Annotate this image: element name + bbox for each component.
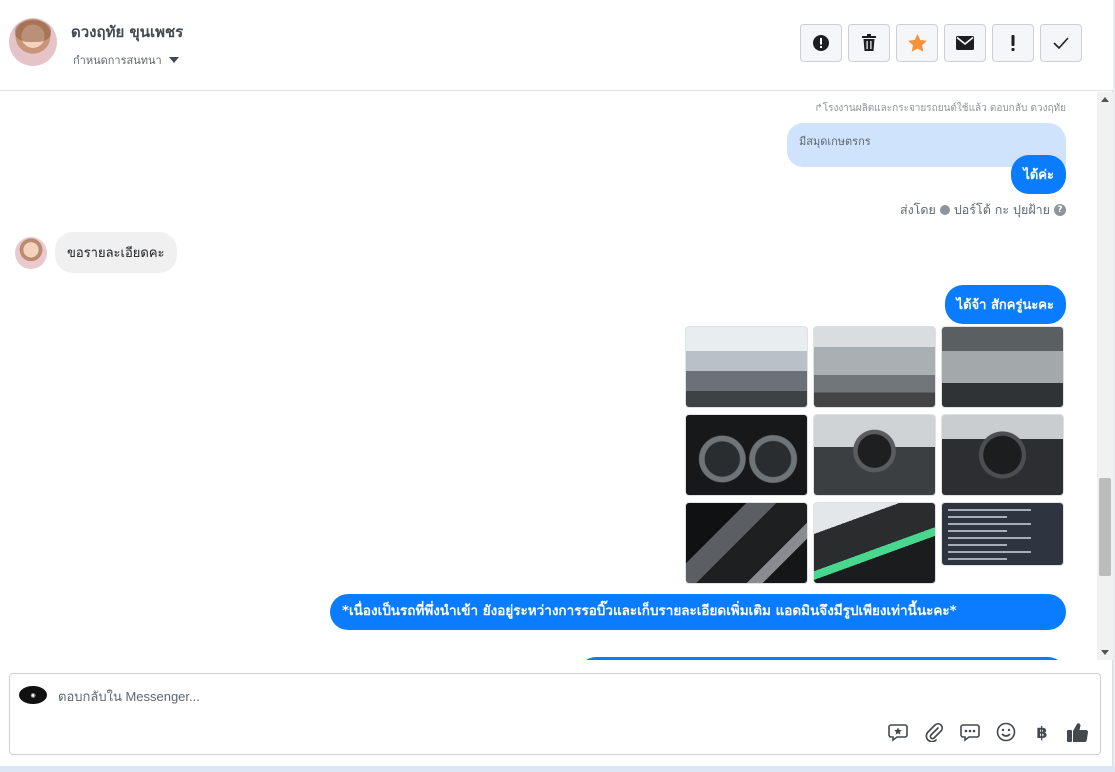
- attach-button[interactable]: [922, 720, 946, 744]
- baht-icon: ฿: [1036, 722, 1048, 742]
- chat-dots-icon: [960, 724, 980, 742]
- car-photo-gauges[interactable]: [685, 414, 808, 496]
- alert-circle-icon: [813, 35, 829, 51]
- contact-avatar[interactable]: [9, 18, 57, 66]
- follow-up-button[interactable]: [992, 24, 1034, 62]
- car-photo-console[interactable]: [813, 502, 936, 584]
- sent-by-label: ส่งโดย: [899, 202, 936, 217]
- outgoing-message-bubble-partial[interactable]: [578, 657, 1066, 660]
- conversation-header: ดวงฤทัย ขุนเพชร กำหนดการสนทนา: [0, 0, 1113, 91]
- sender-avatar: [15, 237, 47, 269]
- check-icon: [1053, 37, 1069, 49]
- outgoing-message-bubble[interactable]: ได้จ้า สักครู่นะคะ: [944, 285, 1066, 324]
- emoji-button[interactable]: [994, 720, 1018, 744]
- star-chat-icon: [888, 724, 908, 742]
- quick-replies-button[interactable]: [958, 720, 982, 744]
- scrollbar-thumb[interactable]: [1099, 478, 1111, 576]
- spam-button[interactable]: [800, 24, 842, 62]
- caret-down-icon: [168, 57, 179, 63]
- help-icon[interactable]: ?: [1054, 204, 1066, 216]
- reply-context: ↱โรงงานผลิตและกระจายรถยนต์ใช้แล้ว ตอบกลั…: [814, 103, 1066, 114]
- verified-dot-icon: [939, 205, 950, 215]
- envelope-icon: [956, 36, 974, 50]
- star-icon: [907, 34, 927, 52]
- paperclip-icon: [925, 722, 944, 742]
- outgoing-message-bubble[interactable]: ได้ค่ะ: [1011, 155, 1066, 194]
- composer-tools: ฿: [886, 720, 1090, 744]
- trash-icon: [862, 34, 876, 51]
- sent-by-name: ปอร์โต้ กะ ปุยฝ้าย: [953, 202, 1050, 217]
- message-thread[interactable]: ↱โรงงานผลิตและกระจายรถยนต์ใช้แล้ว ตอบกลั…: [0, 92, 1097, 660]
- thumbs-up-icon: [1067, 723, 1089, 742]
- mark-unread-button[interactable]: [944, 24, 986, 62]
- car-photo-steering[interactable]: [813, 414, 936, 496]
- delete-button[interactable]: [848, 24, 890, 62]
- window-bottom-edge: [0, 766, 1115, 772]
- inbox-conversation-panel: ดวงฤทัย ขุนเพชร กำหนดการสนทนา ↱โรงงานผลิ…: [0, 0, 1113, 766]
- saved-reply-button[interactable]: [886, 720, 910, 744]
- star-button[interactable]: [896, 24, 938, 62]
- car-photo-interior-vent[interactable]: [685, 502, 808, 584]
- scroll-down-arrow-icon[interactable]: [1101, 650, 1109, 655]
- message-composer: ◉ ฿: [9, 673, 1101, 755]
- assign-label: กำหนดการสนทนา: [73, 54, 162, 67]
- smiley-icon: [996, 722, 1016, 742]
- conversation-toolbar: [800, 24, 1082, 62]
- sent-by-indicator: ส่งโดย ปอร์โต้ กะ ปุยฝ้าย ?: [900, 200, 1066, 220]
- payment-button[interactable]: ฿: [1030, 720, 1054, 744]
- car-photo-steering-wheel[interactable]: [941, 414, 1064, 496]
- outgoing-message-bubble[interactable]: *เนื่องเป็นรถที่พึ่งนำเข้า ยังอยู่ระหว่า…: [330, 594, 1066, 630]
- like-button[interactable]: [1066, 720, 1090, 744]
- thread-scrollbar[interactable]: [1097, 92, 1113, 660]
- page-logo-icon: ◉: [19, 686, 47, 704]
- assign-conversation-dropdown[interactable]: กำหนดการสนทนา: [73, 51, 179, 69]
- scroll-up-arrow-icon[interactable]: [1101, 97, 1109, 102]
- car-photo-front[interactable]: [685, 326, 808, 408]
- car-photo-front-angle[interactable]: [813, 326, 936, 408]
- photo-attachment-grid: [685, 326, 1065, 584]
- car-photo-rear[interactable]: [941, 326, 1064, 408]
- exclamation-icon: [1011, 35, 1015, 51]
- mark-done-button[interactable]: [1040, 24, 1082, 62]
- spec-sheet-lines: [948, 509, 1055, 565]
- car-spec-sheet-photo[interactable]: [941, 502, 1064, 566]
- reply-input[interactable]: [58, 686, 958, 706]
- incoming-message-bubble[interactable]: ขอรายละเอียดคะ: [55, 232, 177, 273]
- reply-arrow-icon: ↱: [814, 103, 823, 114]
- contact-name[interactable]: ดวงฤทัย ขุนเพชร: [71, 20, 183, 44]
